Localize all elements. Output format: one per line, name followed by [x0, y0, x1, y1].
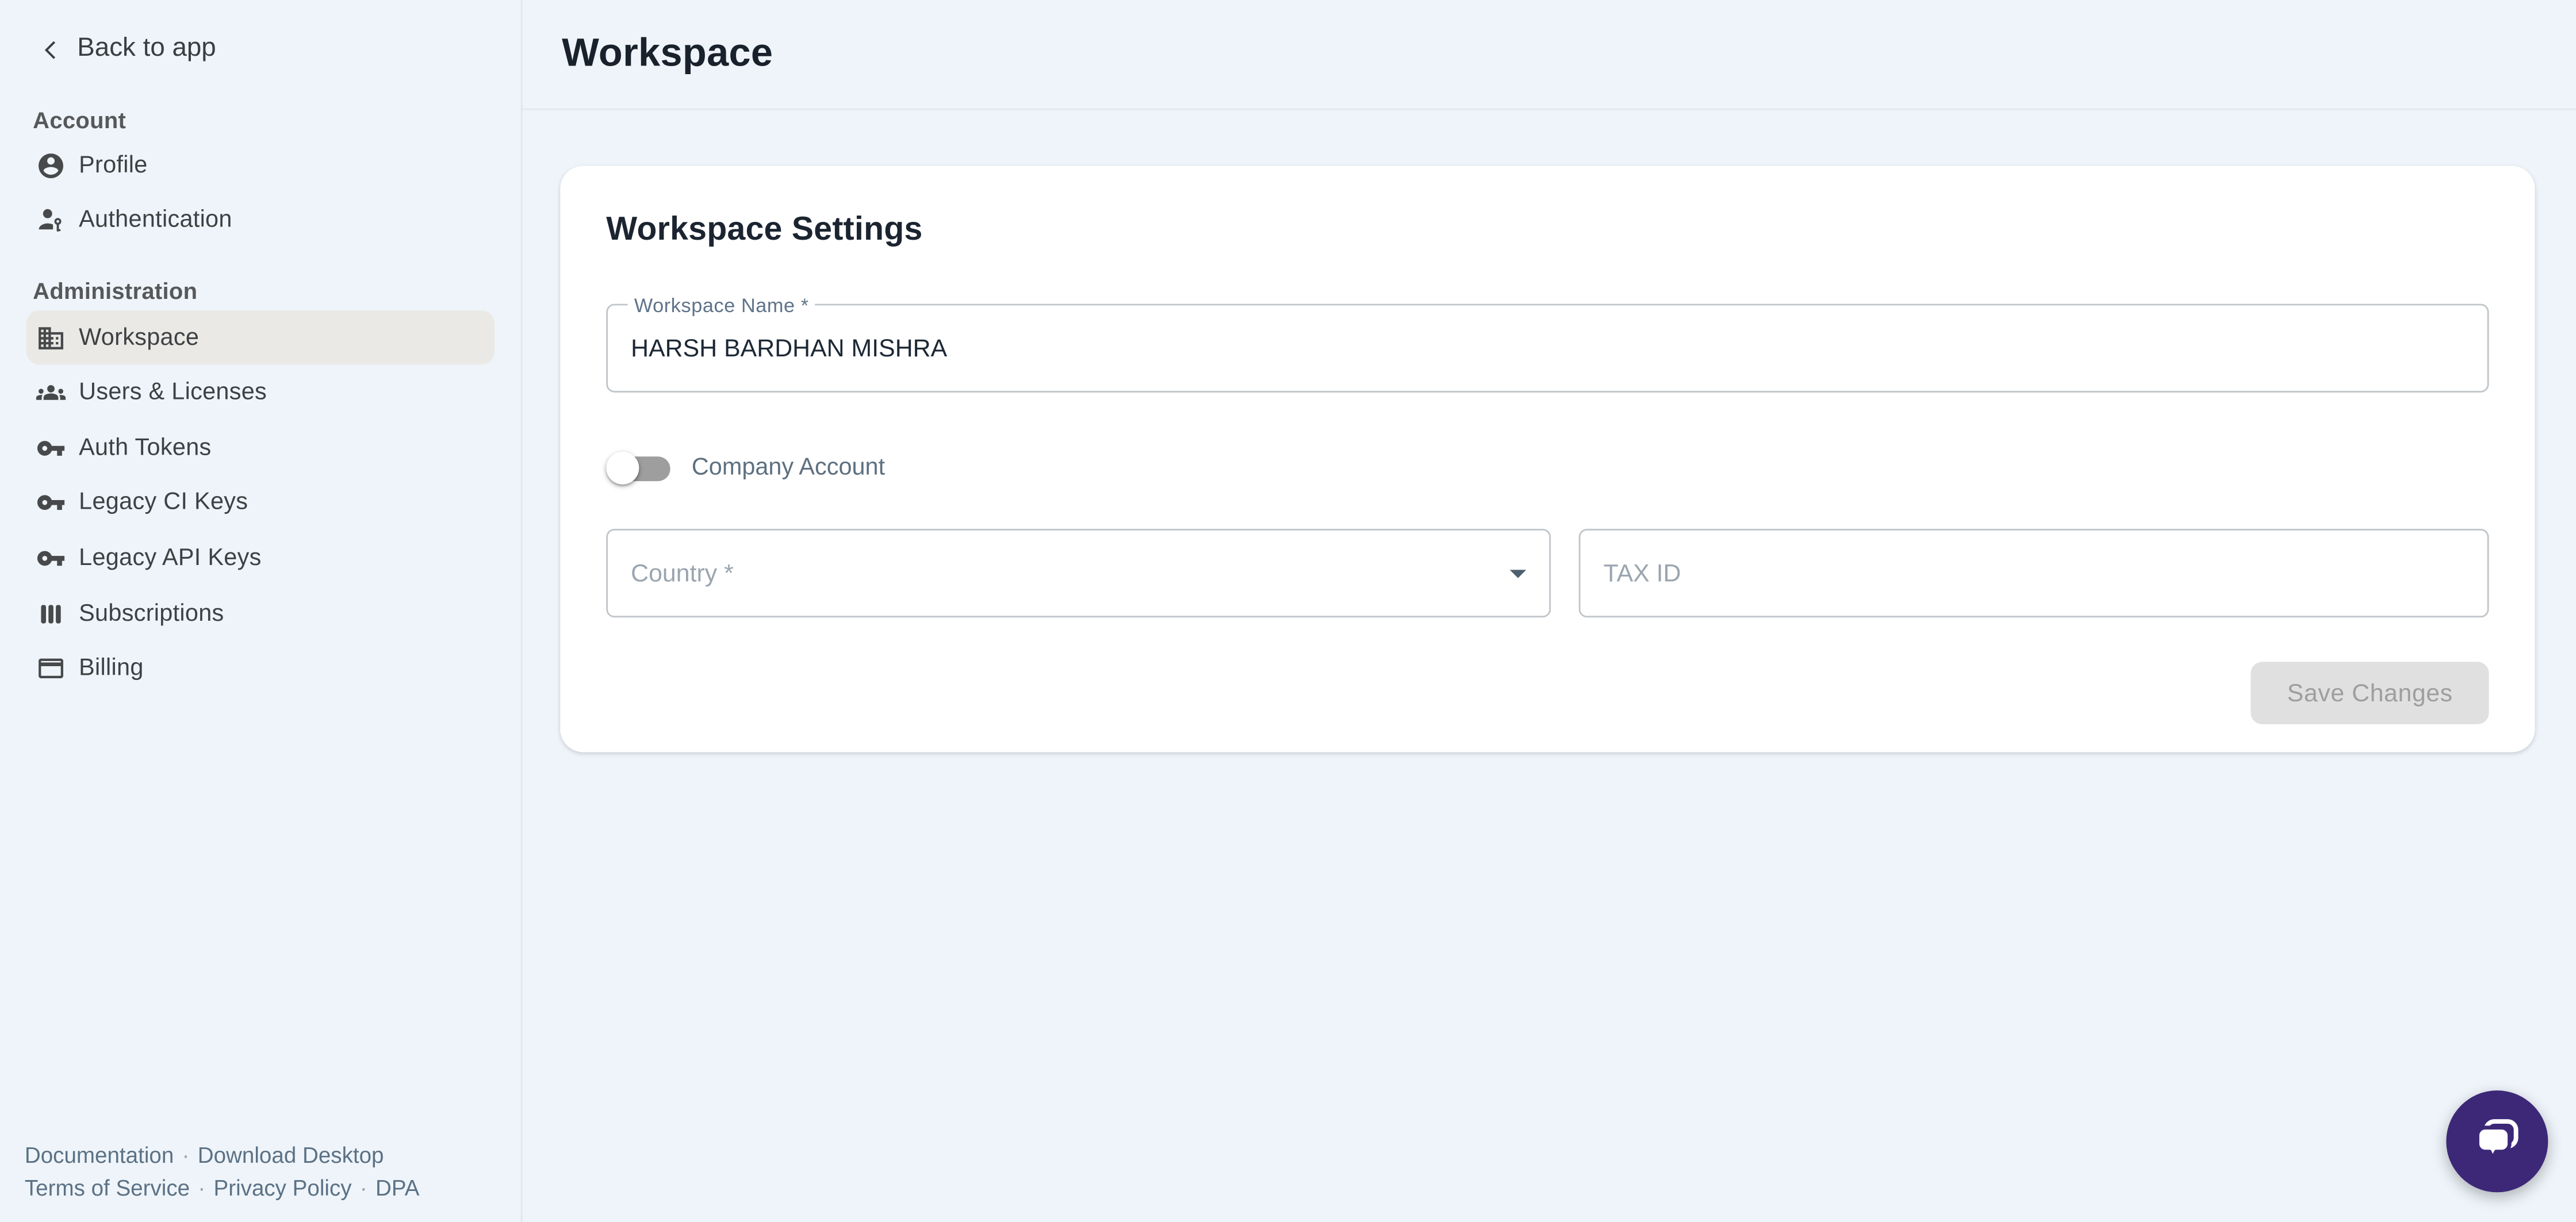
chevron-left-icon [40, 39, 61, 60]
sidebar-footer: Documentation · Download Desktop Terms of … [25, 1140, 420, 1204]
card-title: Workspace Settings [606, 212, 2489, 250]
sidebar-item-label: Workspace [79, 325, 199, 351]
country-placeholder: Country * [631, 559, 1498, 587]
workspace-name-input[interactable] [608, 305, 2487, 391]
footer-link-dpa[interactable]: DPA [375, 1175, 419, 1200]
company-account-label: Company Account [692, 455, 885, 481]
footer-separator: · [198, 1175, 205, 1200]
sidebar-item-legacy-ci-keys[interactable]: Legacy CI Keys [26, 475, 494, 531]
back-to-app-button[interactable]: Back to app [40, 33, 216, 66]
sidebar-item-workspace[interactable]: Workspace [26, 310, 494, 365]
sidebar-item-authentication[interactable]: Authentication [26, 193, 494, 248]
sidebar-item-label: Authentication [79, 207, 232, 234]
workspace-name-label: Workspace Name * [627, 294, 815, 317]
section-label-account: Account [33, 107, 126, 133]
toggle-thumb-icon [606, 452, 639, 485]
company-account-row: Company Account [606, 452, 2489, 485]
footer-separator: · [360, 1175, 367, 1200]
sidebar: Back to app Account Profile [0, 0, 523, 1222]
footer-link-privacy[interactable]: Privacy Policy [214, 1175, 352, 1200]
key-icon [34, 432, 67, 464]
main-header: Workspace [523, 0, 2576, 110]
sidebar-item-users-licenses[interactable]: Users & Licenses [26, 365, 494, 420]
sidebar-item-auth-tokens[interactable]: Auth Tokens [26, 420, 494, 475]
tax-id-field[interactable] [1579, 529, 2489, 617]
sidebar-item-label: Legacy CI Keys [79, 490, 248, 516]
footer-line-2: Terms of Service · Privacy Policy · DPA [25, 1172, 420, 1204]
arrow-drop-down-icon [1498, 554, 1538, 593]
country-select[interactable]: Country * [606, 529, 1551, 617]
bars-icon [34, 597, 67, 630]
building-icon [34, 321, 67, 354]
key-icon [34, 542, 67, 575]
key-icon [34, 487, 67, 520]
main-content: Workspace Workspace Settings Workspace N… [523, 0, 2576, 1222]
person-key-icon [34, 204, 67, 237]
sidebar-item-label: Profile [79, 152, 147, 179]
footer-line-1: Documentation · Download Desktop [25, 1140, 420, 1172]
footer-link-documentation[interactable]: Documentation [25, 1143, 174, 1168]
nav-account: Profile Authentication [0, 138, 521, 248]
footer-link-download-desktop[interactable]: Download Desktop [198, 1143, 384, 1168]
card-actions: Save Changes [606, 662, 2489, 724]
workspace-settings-card: Workspace Settings Workspace Name * Comp… [560, 166, 2535, 752]
section-label-administration: Administration [33, 278, 197, 304]
company-account-toggle[interactable] [606, 452, 672, 485]
sidebar-item-profile[interactable]: Profile [26, 138, 494, 193]
country-tax-row: Country * [606, 529, 2489, 617]
person-circle-icon [34, 149, 67, 182]
save-changes-button[interactable]: Save Changes [2251, 662, 2489, 724]
chat-bubbles-icon [2469, 1113, 2525, 1169]
sidebar-item-legacy-api-keys[interactable]: Legacy API Keys [26, 531, 494, 586]
groups-icon [34, 376, 67, 409]
nav-administration: Workspace Users & Licenses Auth Tokens L… [0, 310, 521, 696]
back-to-app-label: Back to app [77, 34, 216, 64]
credit-card-icon [34, 652, 67, 685]
sidebar-item-billing[interactable]: Billing [26, 641, 494, 696]
settings-page: Back to app Account Profile [0, 0, 2576, 1222]
sidebar-item-label: Users & Licenses [79, 380, 267, 406]
sidebar-item-subscriptions[interactable]: Subscriptions [26, 586, 494, 641]
sidebar-item-label: Subscriptions [79, 600, 224, 627]
tax-id-input[interactable] [1581, 531, 2487, 616]
page-title: Workspace [562, 31, 773, 77]
footer-link-terms[interactable]: Terms of Service [25, 1175, 190, 1200]
sidebar-item-label: Billing [79, 655, 144, 682]
footer-separator: · [182, 1143, 190, 1168]
chat-launcher-button[interactable] [2446, 1090, 2548, 1192]
workspace-name-field[interactable]: Workspace Name * [606, 304, 2489, 393]
sidebar-item-label: Legacy API Keys [79, 545, 261, 571]
sidebar-item-label: Auth Tokens [79, 435, 211, 462]
